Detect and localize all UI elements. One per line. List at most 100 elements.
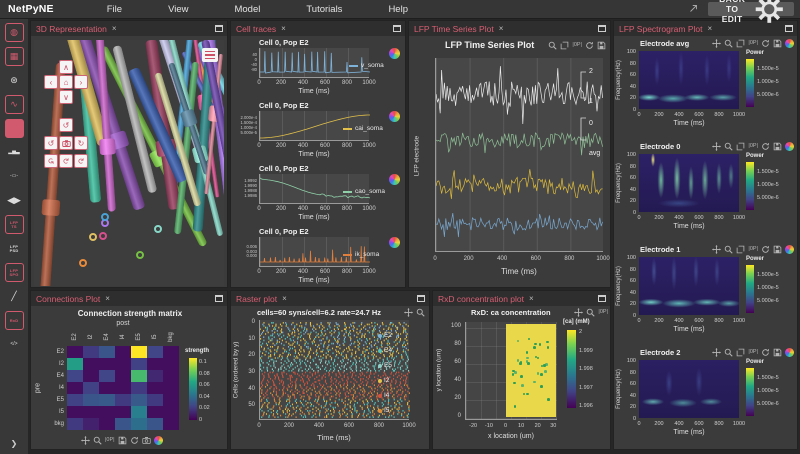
color-wheel-icon[interactable] <box>785 142 794 151</box>
menu-tutorials[interactable]: Tutorials <box>306 4 342 15</box>
rotate-left-button[interactable]: ‹ <box>44 75 58 89</box>
reset-icon[interactable] <box>761 348 770 357</box>
spike-histogram-icon[interactable]: ▂▅▃ <box>5 143 24 162</box>
zoom-icon[interactable] <box>586 308 596 317</box>
crop-icon[interactable] <box>736 245 745 254</box>
panel-header[interactable]: Cell traces × <box>231 21 405 36</box>
zoom-options-icon[interactable]: |0P| <box>748 142 758 151</box>
rotate-right-button[interactable]: › <box>74 75 88 89</box>
pan-icon[interactable] <box>574 308 584 317</box>
zoom-icon[interactable] <box>548 41 558 50</box>
zoom-options-icon[interactable]: |0P| <box>105 436 115 445</box>
zoom-options-icon[interactable]: |0P| <box>748 39 758 48</box>
roll-left-button[interactable]: ↺ <box>44 154 58 168</box>
color-wheel-icon[interactable] <box>389 111 400 122</box>
lfp-timeseries-icon[interactable]: LFP TS <box>4 215 24 234</box>
crop-icon[interactable] <box>736 39 745 48</box>
roll-right-button[interactable]: ↻ <box>74 154 88 168</box>
close-icon[interactable]: × <box>281 24 286 33</box>
close-icon[interactable]: × <box>529 294 534 303</box>
maximize-icon[interactable] <box>215 295 223 302</box>
save-icon[interactable] <box>773 39 782 48</box>
panel-header[interactable]: 3D Representation × <box>31 21 227 36</box>
save-icon[interactable] <box>773 348 782 357</box>
network-2d-icon[interactable]: ⊛ <box>5 71 24 90</box>
maximize-icon[interactable] <box>215 25 223 32</box>
pan-icon[interactable] <box>404 308 413 317</box>
connectivity-plot-icon[interactable]: ◍ <box>4 23 24 42</box>
representation-3d-icon[interactable]: ■ <box>4 119 24 138</box>
color-wheel-icon[interactable] <box>153 436 163 445</box>
close-icon[interactable]: × <box>499 24 504 33</box>
maximize-icon[interactable] <box>785 25 793 32</box>
pan-icon[interactable] <box>712 348 722 357</box>
maximize-icon[interactable] <box>598 295 606 302</box>
orbit-left-button[interactable]: ↺ <box>44 136 58 150</box>
reset-icon[interactable] <box>585 41 594 50</box>
rxd-plot-icon[interactable]: RxD <box>4 311 24 330</box>
save-icon[interactable] <box>118 436 127 445</box>
camera-icon[interactable] <box>141 436 151 445</box>
crop-icon[interactable] <box>736 142 745 151</box>
color-wheel-icon[interactable] <box>389 48 400 59</box>
save-icon[interactable] <box>773 142 782 151</box>
camera-button[interactable] <box>59 136 73 150</box>
sidebar-expand-chevron[interactable]: ❯ <box>0 439 28 448</box>
crop-icon[interactable] <box>736 348 745 357</box>
spin-up-button[interactable]: ↺ <box>59 118 73 132</box>
zoom-icon[interactable] <box>724 245 734 254</box>
crop-icon[interactable] <box>560 41 569 50</box>
custom-code-icon[interactable]: </> <box>5 335 24 354</box>
layers-menu-icon[interactable] <box>202 48 218 62</box>
orbit-right-button[interactable]: ↻ <box>74 136 88 150</box>
panel-header[interactable]: LFP Time Series Plot × <box>409 21 610 36</box>
close-icon[interactable]: × <box>707 24 712 33</box>
granger-plot-icon[interactable]: -▭- <box>5 167 24 186</box>
pan-icon[interactable] <box>712 142 722 151</box>
maximize-icon[interactable] <box>417 295 425 302</box>
menu-view[interactable]: View <box>168 4 188 15</box>
panel-header[interactable]: Raster plot × <box>231 291 429 306</box>
reset-icon[interactable] <box>761 39 770 48</box>
reset-icon[interactable] <box>761 245 770 254</box>
zoom-options-icon[interactable]: |0P| <box>572 41 582 50</box>
cell-traces-icon[interactable]: ∿ <box>4 95 24 114</box>
zoom-icon[interactable] <box>724 142 734 151</box>
save-icon[interactable] <box>773 245 782 254</box>
rate-spectrogram-icon[interactable]: ╱ <box>5 287 24 306</box>
reset-icon[interactable] <box>761 142 770 151</box>
rotate-up-button[interactable]: ∧ <box>59 60 73 74</box>
rotate-down-button[interactable]: ∨ <box>59 90 73 104</box>
raster-plot-icon[interactable]: ▦ <box>4 47 24 66</box>
zoom-options-icon[interactable]: |0P| <box>748 348 758 357</box>
color-wheel-icon[interactable] <box>389 174 400 185</box>
close-icon[interactable]: × <box>112 24 117 33</box>
3d-canvas[interactable]: ∧ ‹ ⌂ › ∨ ↺ ↺ ↻ ↺ ↻ ↻ <box>34 40 224 286</box>
zoom-icon[interactable] <box>93 436 102 445</box>
save-icon[interactable] <box>597 41 606 50</box>
home-view-button[interactable]: ⌂ <box>59 75 73 89</box>
zoom-icon[interactable] <box>416 308 425 317</box>
menu-file[interactable]: File <box>107 4 122 15</box>
auto-rotate-button[interactable]: ↻ <box>59 154 73 168</box>
panel-header[interactable]: RxD concentration plot × <box>433 291 610 306</box>
close-icon[interactable]: × <box>282 294 287 303</box>
close-icon[interactable]: × <box>105 294 110 303</box>
launch-icon[interactable] <box>689 4 700 15</box>
lfp-psd-icon[interactable]: LFP PSD <box>5 239 24 258</box>
lfp-spectrogram-icon[interactable]: LFP SPG <box>4 263 24 282</box>
maximize-icon[interactable] <box>598 25 606 32</box>
zoom-options-icon[interactable]: |0P| <box>598 308 608 317</box>
back-to-edit-button[interactable]: BACK TO EDIT <box>707 0 794 24</box>
menu-model[interactable]: Model <box>234 4 260 15</box>
pan-icon[interactable] <box>81 436 90 445</box>
panel-header[interactable]: Connections Plot × <box>31 291 227 306</box>
reset-icon[interactable] <box>130 436 139 445</box>
zoom-options-icon[interactable]: |0P| <box>748 245 758 254</box>
color-wheel-icon[interactable] <box>785 245 794 254</box>
zoom-icon[interactable] <box>724 39 734 48</box>
spike-stats-icon[interactable]: ◀▶ <box>5 191 24 210</box>
color-wheel-icon[interactable] <box>785 348 794 357</box>
zoom-icon[interactable] <box>724 348 734 357</box>
color-wheel-icon[interactable] <box>389 237 400 248</box>
